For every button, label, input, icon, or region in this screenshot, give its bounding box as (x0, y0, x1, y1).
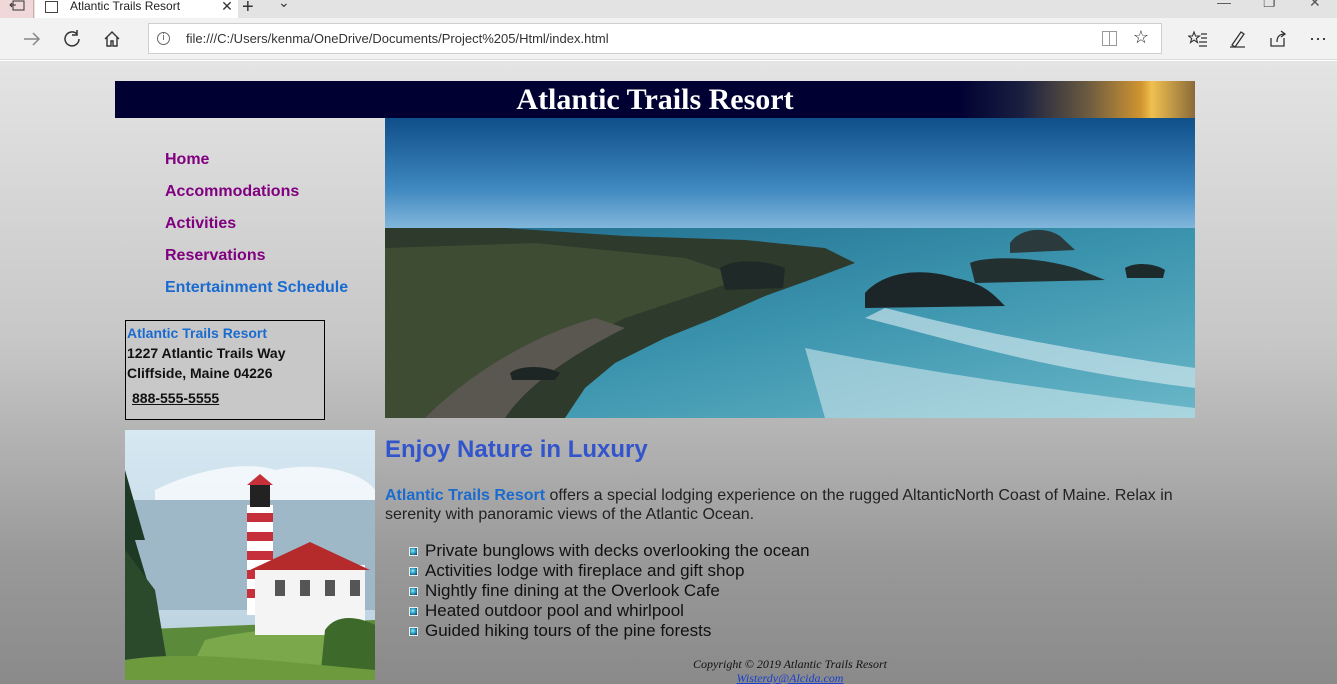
contact-phone-link[interactable]: 888-555-5555 (127, 388, 323, 408)
page-icon (45, 1, 58, 13)
restore-icon[interactable]: ❐ (1263, 0, 1276, 11)
tab-list-chevron-icon[interactable]: ⌄ (278, 0, 290, 11)
nav-link-entertainment-schedule[interactable]: Entertainment Schedule (165, 279, 348, 311)
minimize-icon[interactable]: — (1217, 0, 1231, 10)
nav-link-home[interactable]: Home (165, 151, 348, 183)
address-url[interactable]: file:///C:/Users/kenma/OneDrive/Document… (186, 31, 609, 46)
coastline-hero-image (385, 118, 1195, 418)
intro-paragraph: Atlantic Trails Resort offers a special … (385, 486, 1195, 524)
list-item: Activities lodge with fireplace and gift… (409, 561, 1195, 581)
page-footer: Copyright © 2019 Atlantic Trails Resort … (385, 657, 1195, 684)
tab-preview-button[interactable] (0, 0, 34, 18)
set-aside-tabs-icon (8, 0, 24, 11)
contact-city: Cliffside, Maine 04226 (127, 365, 273, 381)
feature-list: Private bunglows with decks overlooking … (385, 541, 1195, 641)
tab-title: Atlantic Trails Resort (70, 0, 181, 13)
forward-icon[interactable] (20, 27, 44, 51)
lighthouse-photo (125, 430, 375, 680)
contact-name: Atlantic Trails Resort (127, 325, 268, 341)
intro-resort-name: Atlantic Trails Resort (385, 487, 546, 504)
nav-link-activities[interactable]: Activities (165, 215, 348, 247)
bullet-icon (409, 546, 418, 556)
refresh-icon[interactable] (60, 27, 84, 51)
site-title: Atlantic Trails Resort (516, 83, 794, 116)
browser-tab-active[interactable]: Atlantic Trails Resort ✕ (35, 0, 238, 18)
list-item: Nightly fine dining at the Overlook Cafe (409, 581, 1195, 601)
side-navigation: Home Accommodations Activities Reservati… (165, 151, 348, 311)
favorite-star-icon[interactable]: ☆ (1133, 27, 1149, 48)
site-banner: Atlantic Trails Resort (115, 81, 1195, 118)
list-item: Heated outdoor pool and whirlpool (409, 601, 1195, 621)
list-item: Guided hiking tours of the pine forests (409, 621, 1195, 641)
list-item: Private bunglows with decks overlooking … (409, 541, 1195, 561)
tab-bar: Atlantic Trails Resort ✕ + ⌄ — ❐ ✕ (0, 0, 1337, 18)
main-content: Enjoy Nature in Luxury Atlantic Trails R… (385, 438, 1195, 641)
page-viewport: Atlantic Trails Resort Home Accommodatio… (0, 61, 1337, 684)
bullet-icon (409, 606, 418, 616)
tab-close-icon[interactable]: ✕ (216, 0, 238, 15)
nav-link-accommodations[interactable]: Accommodations (165, 183, 348, 215)
copyright-text: Copyright © 2019 Atlantic Trails Resort (693, 657, 887, 671)
contact-street: 1227 Atlantic Trails Way (127, 345, 286, 361)
footer-email-link[interactable]: Wisterdy@Alcida.com (385, 671, 1195, 684)
info-icon[interactable]: i (157, 32, 170, 45)
bullet-icon (409, 586, 418, 596)
more-options-icon[interactable]: ⋯ (1306, 27, 1330, 51)
favorites-icon[interactable] (1186, 27, 1210, 51)
contact-box: Atlantic Trails Resort 1227 Atlantic Tra… (125, 320, 325, 420)
window-close-icon[interactable]: ✕ (1309, 0, 1321, 11)
bullet-icon (409, 566, 418, 576)
nav-link-reservations[interactable]: Reservations (165, 247, 348, 279)
new-tab-icon[interactable]: + (242, 0, 254, 19)
bullet-icon (409, 626, 418, 636)
pen-icon[interactable] (1226, 27, 1250, 51)
browser-toolbar: i file:///C:/Users/kenma/OneDrive/Docume… (0, 18, 1337, 60)
share-icon[interactable] (1266, 27, 1290, 51)
reading-view-icon[interactable] (1102, 31, 1117, 46)
address-bar[interactable]: i file:///C:/Users/kenma/OneDrive/Docume… (148, 23, 1162, 54)
home-icon[interactable] (100, 27, 124, 51)
main-heading: Enjoy Nature in Luxury (385, 436, 648, 463)
